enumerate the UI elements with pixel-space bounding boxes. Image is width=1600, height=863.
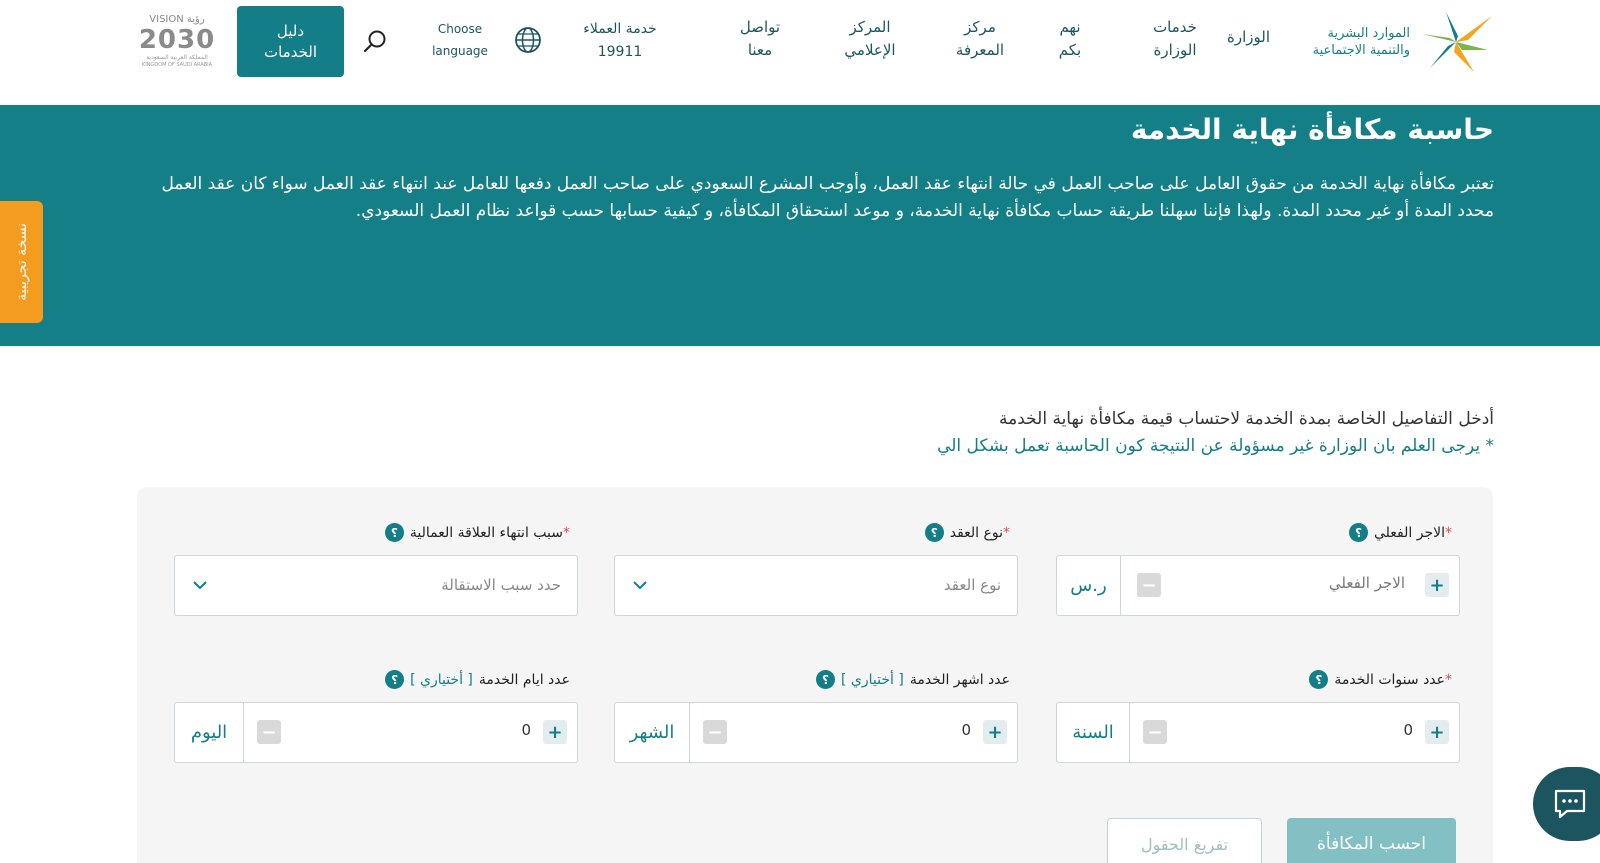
help-icon[interactable]: ؟ xyxy=(384,523,404,542)
choose-language-link[interactable]: Choose language xyxy=(428,18,492,62)
vision-2030-logo: VISION رؤية 2030 المملكة العربية السعودي… xyxy=(136,14,218,70)
nav-media-center[interactable]: المركز الإعلامي xyxy=(830,16,910,62)
increment-button[interactable]: + xyxy=(1425,573,1449,597)
contract-type-label-row: *نوع العقد ؟ xyxy=(924,523,1010,542)
chevron-down-icon xyxy=(633,581,647,590)
help-icon[interactable]: ؟ xyxy=(816,670,835,689)
vision-logo-en: KINGDOM OF SAUDI ARABIA xyxy=(141,62,213,68)
end-reason-select[interactable]: حدد سبب الاستقالة xyxy=(174,555,578,616)
decrement-button[interactable]: − xyxy=(257,720,281,744)
required-mark: * xyxy=(563,524,570,541)
end-reason-placeholder: حدد سبب الاستقالة xyxy=(441,576,561,594)
page-title: حاسبة مكافأة نهاية الخدمة xyxy=(1130,113,1494,146)
ministry-logo-mark xyxy=(1422,12,1492,72)
currency-unit: ر.س xyxy=(1057,556,1121,615)
help-icon[interactable]: ؟ xyxy=(1349,523,1368,542)
optional-tag: [ أختياري ] xyxy=(841,671,904,688)
clear-fields-button[interactable]: تفريغ الحقول xyxy=(1107,818,1262,863)
contract-type-label: نوع العقد xyxy=(949,524,1003,541)
help-icon[interactable]: ؟ xyxy=(385,670,405,689)
beta-version-label: نسخة تجريبية xyxy=(13,223,30,301)
ministry-logo[interactable]: الموارد البشرية والتنمية الاجتماعية xyxy=(1294,10,1494,74)
form-intro: أدخل التفاصيل الخاصة بمدة الخدمة لاحتساب… xyxy=(937,406,1494,460)
search-icon[interactable] xyxy=(362,28,388,54)
months-unit: الشهر xyxy=(615,703,690,762)
services-guide-button[interactable]: دليل الخدمات xyxy=(237,6,344,77)
nav-ministry-services[interactable]: خدمات الوزارة xyxy=(1145,16,1205,62)
service-days-input[interactable]: + 0 − اليوم xyxy=(174,702,578,763)
required-mark: * xyxy=(1003,524,1010,541)
years-unit: السنة xyxy=(1057,703,1130,762)
chevron-down-icon xyxy=(193,581,207,590)
increment-button[interactable]: + xyxy=(543,720,567,744)
calculator-form-card xyxy=(137,487,1493,863)
actual-wage-placeholder: الاجر الفعلي xyxy=(1328,574,1405,592)
service-days-value: 0 xyxy=(521,721,531,739)
service-years-value: 0 xyxy=(1403,721,1413,739)
service-months-value: 0 xyxy=(961,721,971,739)
actual-wage-input[interactable]: + الاجر الفعلي − ر.س xyxy=(1056,555,1460,616)
contract-type-select[interactable]: نوع العقد xyxy=(614,555,1018,616)
required-mark: * xyxy=(1445,671,1452,688)
decrement-button[interactable]: − xyxy=(703,720,727,744)
end-reason-label-row: *سبب انتهاء العلاقة العمالية ؟ xyxy=(384,523,570,542)
increment-button[interactable]: + xyxy=(1425,720,1449,744)
nav-knowledge-center[interactable]: مركز المعرفة xyxy=(945,16,1015,62)
chat-button[interactable] xyxy=(1533,767,1600,841)
end-reason-label: سبب انتهاء العلاقة العمالية xyxy=(409,524,563,541)
service-months-label: عدد اشهر الخدمة xyxy=(909,671,1010,688)
form-intro-title: أدخل التفاصيل الخاصة بمدة الخدمة لاحتساب… xyxy=(999,409,1494,429)
service-days-label: عدد ايام الخدمة xyxy=(478,671,570,688)
ministry-logo-text: الموارد البشرية والتنمية الاجتماعية xyxy=(1313,25,1410,59)
calculate-bonus-button[interactable]: احسب المكافأة xyxy=(1287,818,1456,863)
actual-wage-label: الاجر الفعلي xyxy=(1374,524,1445,541)
top-navigation: الموارد البشرية والتنمية الاجتماعية الوز… xyxy=(0,0,1600,105)
globe-icon[interactable] xyxy=(513,25,543,55)
hero-banner: حاسبة مكافأة نهاية الخدمة تعتبر مكافأة ن… xyxy=(0,105,1600,346)
chat-icon xyxy=(1554,789,1586,819)
nav-customer-service[interactable]: خدمة العملاء 19911 xyxy=(570,18,670,64)
optional-tag: [ أختياري ] xyxy=(410,671,473,688)
increment-button[interactable]: + xyxy=(983,720,1007,744)
logo-text-line2: والتنمية الاجتماعية xyxy=(1312,43,1410,58)
decrement-button[interactable]: − xyxy=(1143,720,1167,744)
logo-text-line1: الموارد البشرية xyxy=(1327,26,1410,41)
service-months-label-row: عدد اشهر الخدمة [ أختياري ] ؟ xyxy=(816,670,1010,689)
service-years-label-row: *عدد سنوات الخدمة ؟ xyxy=(1309,670,1452,689)
nav-we-care[interactable]: نهم بكم xyxy=(1045,16,1095,62)
required-mark: *الاجر الفعلي xyxy=(1374,524,1452,541)
form-disclaimer: * يرجى العلم بان الوزارة غير مسؤولة عن ا… xyxy=(937,436,1494,456)
service-years-input[interactable]: + 0 − السنة xyxy=(1056,702,1460,763)
nav-contact-us[interactable]: تواصل معنا xyxy=(725,16,795,62)
page-description: تعتبر مكافأة نهاية الخدمة من حقوق العامل… xyxy=(161,174,1494,221)
nav-ministry[interactable]: الوزارة xyxy=(1227,28,1270,46)
actual-wage-label-row: *الاجر الفعلي ؟ xyxy=(1349,523,1452,542)
help-icon[interactable]: ؟ xyxy=(924,523,944,542)
help-icon[interactable]: ؟ xyxy=(1309,670,1329,689)
service-days-label-row: عدد ايام الخدمة [ أختياري ] ؟ xyxy=(385,670,570,689)
vision-logo-year: 2030 xyxy=(138,25,216,55)
service-months-input[interactable]: + 0 − الشهر xyxy=(614,702,1018,763)
service-years-label: عدد سنوات الخدمة xyxy=(1334,671,1445,688)
vision-logo-sub: المملكة العربية السعودية xyxy=(146,54,208,61)
beta-version-tab[interactable]: نسخة تجريبية xyxy=(0,201,43,323)
contract-type-placeholder: نوع العقد xyxy=(943,576,1001,594)
decrement-button[interactable]: − xyxy=(1137,573,1161,597)
days-unit: اليوم xyxy=(175,703,244,762)
